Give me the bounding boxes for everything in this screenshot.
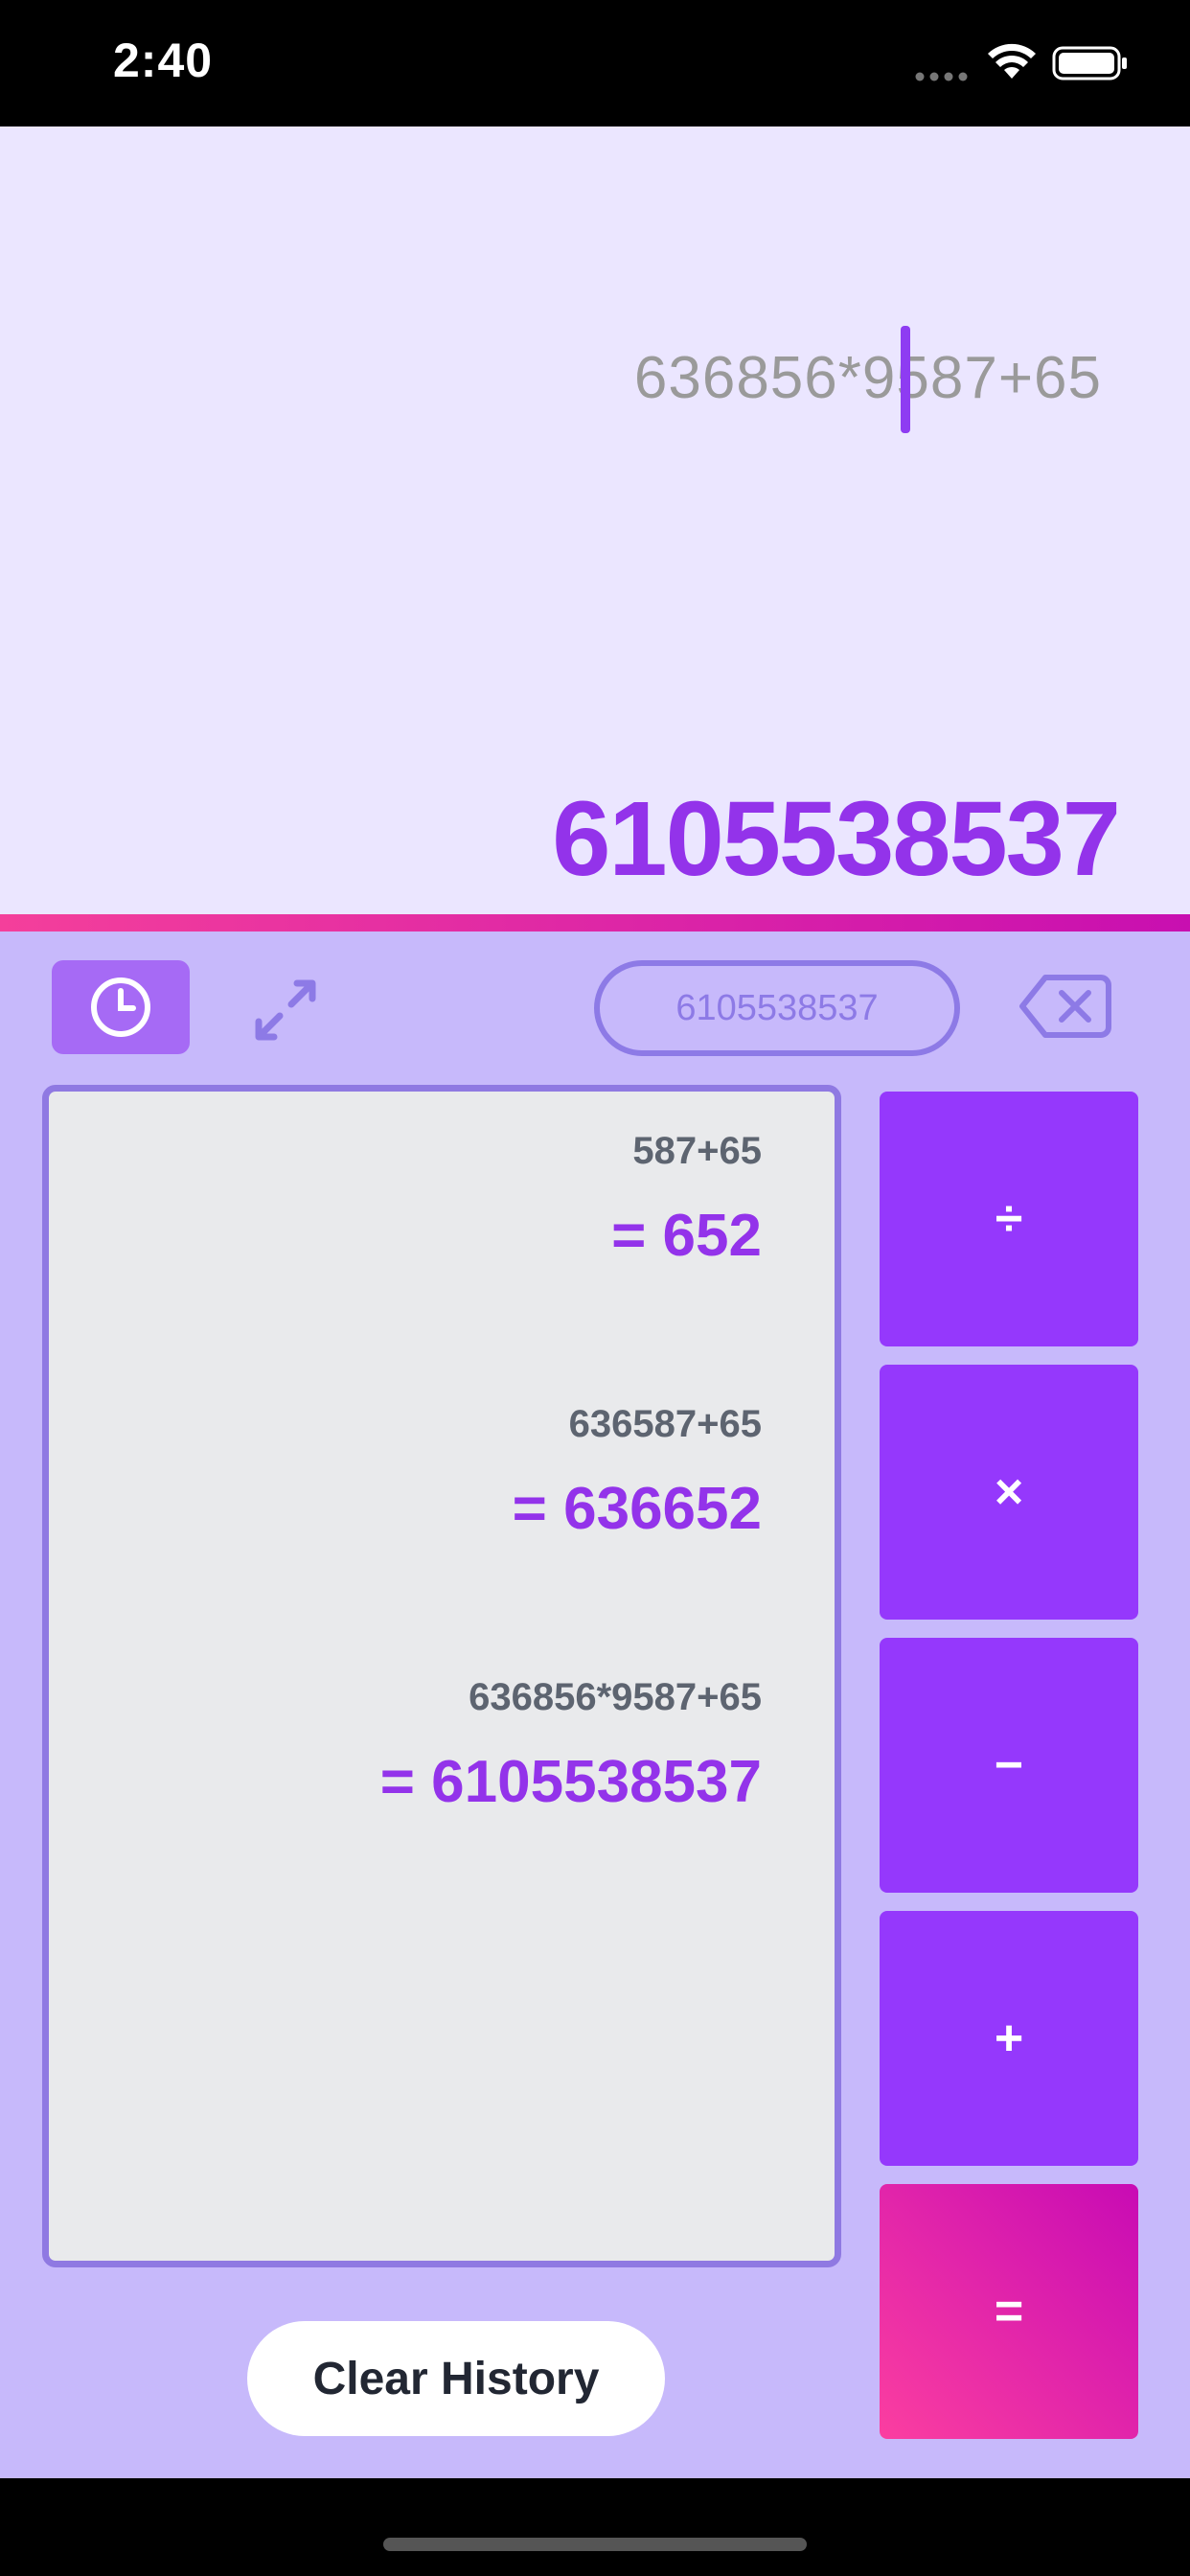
- equals-button[interactable]: =: [880, 2184, 1138, 2439]
- keypad-panel: 6105538537 587+65 = 652 636587+65 = 6366…: [0, 932, 1190, 2478]
- expand-arrows-icon: [255, 979, 316, 1041]
- add-button[interactable]: +: [880, 1911, 1138, 2166]
- expand-button[interactable]: [245, 974, 326, 1046]
- wifi-icon: [988, 43, 1036, 79]
- history-result: = 652: [611, 1203, 762, 1269]
- subtract-button[interactable]: −: [880, 1638, 1138, 1893]
- status-time: 2:40: [113, 34, 214, 87]
- clear-history-button[interactable]: Clear History: [247, 2321, 665, 2436]
- clock-icon: [91, 978, 150, 1037]
- history-expression: 636856*9587+65: [469, 1676, 762, 1718]
- expression-text: 636856*9587+65: [633, 344, 1102, 411]
- text-cursor: [901, 326, 910, 433]
- divide-button[interactable]: ÷: [880, 1092, 1138, 1346]
- cellular-signal-icon: [915, 72, 968, 81]
- multiply-button[interactable]: ×: [880, 1365, 1138, 1620]
- history-expression: 636587+65: [568, 1403, 762, 1445]
- history-result: = 6105538537: [379, 1749, 762, 1815]
- backspace-button[interactable]: [1016, 970, 1115, 1043]
- history-expression: 587+65: [632, 1130, 762, 1172]
- battery-icon: [1052, 46, 1127, 80]
- home-bar-area: [0, 2478, 1190, 2576]
- history-panel[interactable]: 587+65 = 652 636587+65 = 636652 636856*9…: [42, 1085, 841, 2267]
- history-entry[interactable]: 636856*9587+65 = 6105538537: [380, 1676, 762, 1816]
- history-button[interactable]: [52, 960, 190, 1054]
- home-indicator[interactable]: [383, 2538, 807, 2551]
- calculator-display: 636856*9587+65 6105538537: [0, 126, 1190, 914]
- history-result: = 636652: [512, 1476, 762, 1542]
- backspace-icon: [1019, 975, 1111, 1038]
- status-bar: 2:40: [0, 0, 1190, 126]
- history-entry[interactable]: 587+65 = 652: [611, 1130, 762, 1270]
- expression-field[interactable]: 636856*9587+65: [634, 330, 1102, 426]
- gradient-divider: [0, 914, 1190, 932]
- copy-result-button[interactable]: 6105538537: [594, 960, 960, 1056]
- result-display: 6105538537: [552, 780, 1121, 898]
- history-entry[interactable]: 636587+65 = 636652: [513, 1403, 762, 1543]
- calculator-screen: 2:40 636856*9587+65 6105538537 610553853…: [0, 0, 1190, 2576]
